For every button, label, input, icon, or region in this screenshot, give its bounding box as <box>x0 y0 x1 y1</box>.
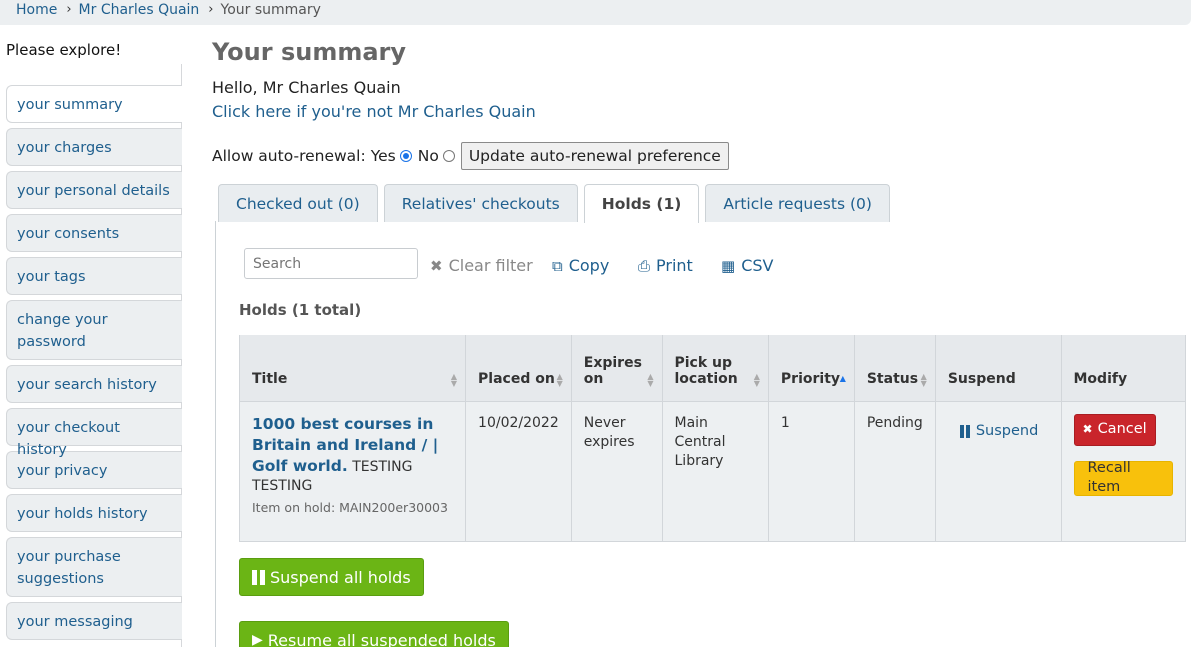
holds-search-input[interactable] <box>244 248 418 279</box>
csv-label: CSV <box>741 256 774 275</box>
table-row: 1000 best courses in Britain and Ireland… <box>238 400 1186 542</box>
sidebar-item-personal-details[interactable]: your personal details <box>6 171 182 209</box>
suspend-all-label: Suspend all holds <box>270 567 411 587</box>
column-header-status[interactable]: Status ▲ ▼ <box>853 335 936 402</box>
copy-icon: ⧉ <box>552 256 563 275</box>
holds-table: Title ▲ ▼ Placed on ▲ ▼ Expires on ▲ ▼ Pick up… <box>238 335 1186 542</box>
sort-icon: ▲ ▼ <box>753 371 760 388</box>
sidebar-item-consents[interactable]: your consents <box>6 214 182 252</box>
autorenew-yes-label: Yes <box>370 147 396 165</box>
holds-total: Holds (1 total) <box>239 301 362 319</box>
sort-icon: ▲ ▼ <box>920 371 927 388</box>
play-icon: ▶ <box>252 632 263 647</box>
suspend-all-holds-button[interactable]: Suspend all holds <box>239 558 424 596</box>
tab-holds[interactable]: Holds (1) <box>583 184 700 223</box>
summary-tabs: Checked out (0) Relatives' checkouts Hol… <box>218 184 896 223</box>
sidebar-title: Please explore! <box>6 41 122 59</box>
sort-icon: ▲ ▼ <box>647 371 654 388</box>
breadcrumb-home-link[interactable]: Home <box>16 2 57 18</box>
page-title: Your summary <box>212 38 407 66</box>
column-header-modify: Modify <box>1060 335 1186 402</box>
cell-title: 1000 best courses in Britain and Ireland… <box>238 400 467 542</box>
recall-item-button[interactable]: Recall item <box>1073 460 1173 496</box>
autorenew-yes-radio[interactable] <box>399 150 412 162</box>
tab-relatives-checkouts[interactable]: Relatives' checkouts <box>383 184 578 222</box>
sidebar-item-purchase-suggestions[interactable]: your purchase suggestions <box>6 537 182 597</box>
cell-suspend: Suspend <box>934 400 1062 542</box>
column-header-suspend: Suspend <box>934 335 1062 402</box>
breadcrumb-current: Your summary <box>220 1 321 18</box>
print-icon: ⎙ <box>638 256 651 275</box>
resume-all-label: Resume all suspended holds <box>267 630 496 647</box>
sort-ascending-icon: ▲ <box>839 373 846 383</box>
sort-icon: ▲ ▼ <box>556 371 563 388</box>
autorenew-no-radio[interactable] <box>442 150 455 162</box>
copy-button[interactable]: ⧉ Copy <box>552 256 609 275</box>
cell-expires: Never expires <box>570 400 663 542</box>
pause-icon <box>959 424 970 438</box>
column-header-placed-on[interactable]: Placed on ▲ ▼ <box>465 335 572 402</box>
resume-all-holds-button[interactable]: ▶ Resume all suspended holds <box>239 621 509 647</box>
cell-priority: 1 <box>767 400 855 542</box>
clear-filter-label: Clear filter <box>448 256 533 275</box>
cancel-hold-button[interactable]: ✖ Cancel <box>1073 413 1156 446</box>
cell-status: Pending <box>853 400 936 542</box>
breadcrumb: Home › Mr Charles Quain › Your summary <box>0 0 1191 25</box>
update-autorenew-button[interactable]: Update auto-renewal preference <box>460 142 729 170</box>
autorenew-no-label: No <box>417 147 439 165</box>
suspend-hold-link[interactable]: Suspend <box>959 422 1039 441</box>
close-icon: ✖ <box>430 256 443 275</box>
autorenew-label: Allow auto-renewal: <box>212 147 366 165</box>
sidebar-nav: your summary your charges your personal … <box>6 85 182 645</box>
tab-article-requests[interactable]: Article requests (0) <box>705 184 890 222</box>
column-header-priority[interactable]: Priority ▲ <box>767 335 855 402</box>
cell-pickup-location: Main Central Library <box>661 400 769 542</box>
sidebar-item-checkout-history[interactable]: your checkout history <box>6 408 182 458</box>
cell-placed-on: 10/02/2022 <box>465 400 572 542</box>
column-header-pickup-location[interactable]: Pick up location ▲ ▼ <box>661 335 769 402</box>
cell-modify: ✖ Cancel Recall item <box>1060 400 1186 542</box>
chevron-right-icon: › <box>66 2 72 17</box>
sidebar-item-change-password[interactable]: change your password <box>6 300 182 360</box>
item-on-hold: Item on hold: MAIN200er30003 <box>252 499 448 515</box>
sort-icon: ▲ ▼ <box>450 371 458 388</box>
close-icon: ✖ <box>1082 422 1093 436</box>
table-icon: ▦ <box>721 256 736 275</box>
sidebar-item-search-history[interactable]: your search history <box>6 365 182 403</box>
sidebar-item-summary[interactable]: your summary <box>6 85 182 123</box>
chevron-right-icon: › <box>208 2 214 17</box>
sidebar-item-messaging[interactable]: your messaging <box>6 602 182 640</box>
print-label: Print <box>656 256 693 275</box>
csv-button[interactable]: ▦ CSV <box>721 256 773 275</box>
cancel-label: Cancel <box>1097 421 1147 437</box>
sidebar-item-charges[interactable]: your charges <box>6 128 182 166</box>
greeting: Hello, Mr Charles Quain <box>212 78 401 97</box>
not-me-link[interactable]: Click here if you're not Mr Charles Quai… <box>212 102 536 121</box>
pause-icon <box>252 569 265 585</box>
clear-filter-button[interactable]: ✖ Clear filter <box>430 256 533 275</box>
copy-label: Copy <box>568 256 610 275</box>
table-header-row: Title ▲ ▼ Placed on ▲ ▼ Expires on ▲ ▼ Pick up… <box>238 335 1186 402</box>
column-header-expires-on[interactable]: Expires on ▲ ▼ <box>570 335 663 402</box>
sidebar-item-tags[interactable]: your tags <box>6 257 182 295</box>
sidebar-item-holds-history[interactable]: your holds history <box>6 494 182 532</box>
print-button[interactable]: ⎙ Print <box>638 256 693 275</box>
suspend-label: Suspend <box>975 422 1039 439</box>
autorenew-form: Allow auto-renewal: Yes No Update auto-r… <box>212 142 729 170</box>
tab-checked-out[interactable]: Checked out (0) <box>218 184 378 222</box>
breadcrumb-patron-link[interactable]: Mr Charles Quain <box>79 2 200 18</box>
column-header-title[interactable]: Title ▲ ▼ <box>238 335 467 402</box>
